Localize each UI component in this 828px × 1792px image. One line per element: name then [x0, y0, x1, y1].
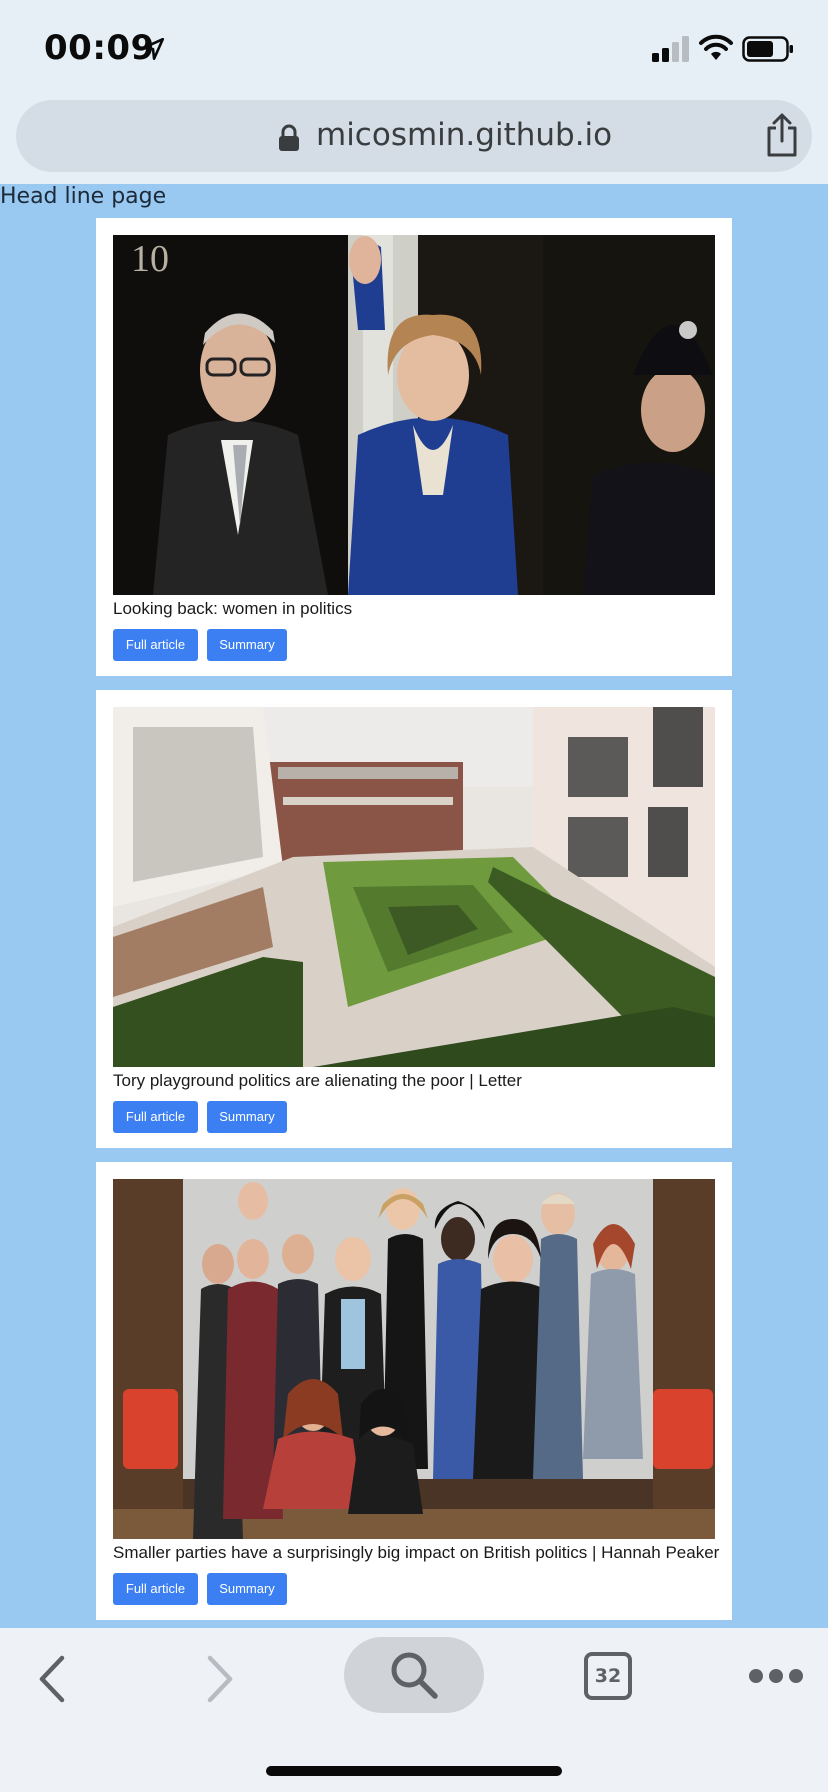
tabs-icon[interactable]: 32 — [584, 1652, 632, 1700]
summary-button[interactable]: Summary — [207, 629, 287, 661]
location-arrow-icon — [141, 37, 165, 61]
battery-icon — [742, 36, 793, 62]
search-button[interactable] — [344, 1637, 484, 1713]
address-bar[interactable]: micosmin.github.io — [16, 100, 812, 172]
svg-text:10: 10 — [131, 238, 169, 280]
article-image[interactable]: 10 — [113, 235, 715, 595]
home-indicator[interactable] — [266, 1766, 562, 1776]
search-icon — [391, 1652, 438, 1699]
article-title: Tory playground politics are alienating … — [113, 1071, 522, 1090]
forward-icon[interactable] — [204, 1654, 236, 1704]
full-article-button[interactable]: Full article — [113, 1101, 198, 1133]
article-card: 10 Looking back: women in politics Full … — [96, 218, 732, 676]
summary-button[interactable]: Summary — [207, 1101, 287, 1133]
url-text[interactable]: micosmin.github.io — [316, 117, 612, 153]
browser-bottom-toolbar: 32 — [0, 1628, 828, 1792]
article-card: Smaller parties have a surprisingly big … — [96, 1162, 732, 1620]
browser-top-chrome: 00:09 micosmin.github.io — [0, 0, 828, 184]
article-title: Smaller parties have a surprisingly big … — [113, 1543, 720, 1562]
summary-button[interactable]: Summary — [207, 1573, 287, 1605]
page-heading: Head line page — [0, 184, 167, 209]
wifi-icon — [699, 34, 733, 60]
article-image[interactable] — [113, 1179, 715, 1539]
article-image[interactable] — [113, 707, 715, 1067]
back-icon[interactable] — [36, 1654, 68, 1704]
status-bar: 00:09 — [0, 0, 828, 100]
article-title: Looking back: women in politics — [113, 599, 353, 618]
share-icon[interactable] — [764, 112, 800, 158]
more-icon[interactable] — [748, 1666, 804, 1686]
cellular-signal-icon — [652, 36, 689, 62]
lock-icon — [279, 124, 299, 151]
status-time: 00:09 — [44, 28, 155, 68]
full-article-button[interactable]: Full article — [113, 1573, 198, 1605]
full-article-button[interactable]: Full article — [113, 629, 198, 661]
article-card: Tory playground politics are alienating … — [96, 690, 732, 1148]
